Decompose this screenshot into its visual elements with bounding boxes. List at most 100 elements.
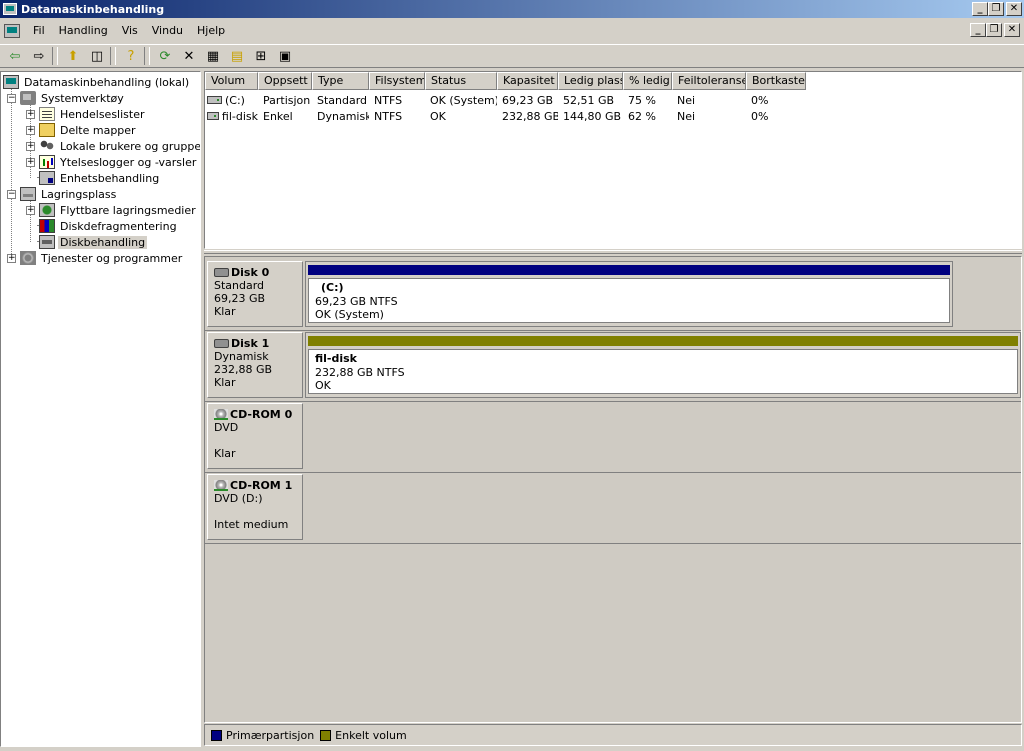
menu-bar: Fil Handling Vis Vindu Hjelp _ ❐ ✕: [0, 20, 1024, 42]
tree-item-computer-management[interactable]: Datamaskinbehandling (lokal): [3, 74, 191, 90]
partition-status: OK (System): [315, 308, 384, 321]
expand-toggle[interactable]: +: [26, 125, 35, 135]
collapse-toggle[interactable]: −: [7, 189, 16, 199]
refresh-icon: ⟳: [159, 48, 171, 64]
tree-item-device-manager[interactable]: Enhetsbehandling: [39, 170, 161, 186]
partition-name: (C:): [321, 281, 344, 294]
title-bar: Datamaskinbehandling _ ❐ ✕: [0, 0, 1024, 18]
column-header-oppsett[interactable]: Oppsett: [258, 72, 312, 90]
tree-item-local-users[interactable]: + Lokale brukere og grupper: [26, 138, 200, 154]
disk-label-cdrom-1[interactable]: CD-ROM 1 DVD (D:) Intet medium: [207, 474, 303, 540]
column-header-bortkastet[interactable]: Bortkastet: [746, 72, 806, 90]
disk-graphical-view[interactable]: Disk 0 Standard 69,23 GB Klar (C:) 69,23…: [204, 256, 1022, 723]
tree-item-disk-defragmenter[interactable]: Diskdefragmentering: [39, 218, 179, 234]
disk-state: Intet medium: [214, 518, 289, 531]
disk-state: Klar: [214, 376, 236, 389]
cdrom-icon: [214, 479, 228, 491]
collapse-toggle[interactable]: −: [7, 93, 16, 103]
help-button[interactable]: ⊞: [250, 46, 272, 66]
users-icon: [39, 139, 55, 153]
column-header-ledig-plass[interactable]: Ledig plass: [558, 72, 623, 90]
computer-management-icon[interactable]: [3, 3, 17, 15]
table-row[interactable]: fil-disk Enkel Dynamisk NTFS OK 232,88 G…: [205, 108, 806, 124]
properties-button[interactable]: ▦: [202, 46, 224, 66]
disk-state: Klar: [214, 305, 236, 318]
child-window-icon[interactable]: [4, 24, 20, 38]
cell-volum: (C:): [205, 94, 258, 107]
back-button[interactable]: ⇦: [4, 46, 26, 66]
column-header-status[interactable]: Status: [425, 72, 497, 90]
child-minimize-button[interactable]: _: [970, 23, 986, 37]
column-header-filsystem[interactable]: Filsystem: [369, 72, 425, 90]
disk-label-disk-0[interactable]: Disk 0 Standard 69,23 GB Klar: [207, 261, 303, 327]
performance-icon: [39, 155, 55, 169]
tree-label-selected: Diskbehandling: [58, 235, 148, 249]
expand-toggle[interactable]: +: [26, 141, 35, 151]
disk-label-disk-1[interactable]: Disk 1 Dynamisk 232,88 GB Klar: [207, 332, 303, 398]
disk-name: Disk 1: [231, 336, 270, 350]
tree-item-event-viewer[interactable]: + Hendelseslister: [26, 106, 147, 122]
column-header-prosent-ledig[interactable]: % ledig: [623, 72, 672, 90]
tree-label: Ytelseslogger og -varsler: [60, 155, 197, 169]
tree-item-disk-management[interactable]: Diskbehandling: [39, 234, 148, 250]
tree-item-services-applications[interactable]: + Tjenester og programmer: [7, 250, 184, 266]
close-button[interactable]: ✕: [1006, 2, 1022, 16]
table-row[interactable]: (C:) Partisjon Standard NTFS OK (System)…: [205, 92, 806, 108]
tree-item-shared-folders[interactable]: + Delte mapper: [26, 122, 138, 138]
tree-item-storage[interactable]: − Lagringsplass: [7, 186, 118, 202]
disk-blank-line: [214, 434, 302, 447]
partition-size: 69,23 GB NTFS: [315, 295, 398, 308]
disk-row-disk-0[interactable]: Disk 0 Standard 69,23 GB Klar (C:) 69,23…: [205, 259, 1021, 329]
minimize-button[interactable]: _: [972, 2, 988, 16]
disk-row-cdrom-0[interactable]: CD-ROM 0 DVD Klar: [205, 401, 1021, 471]
cell-kapasitet: 69,23 GB: [502, 93, 554, 107]
toolbar-separator: [52, 47, 58, 65]
disk-type: Standard: [214, 279, 265, 292]
menu-hjelp[interactable]: Hjelp: [190, 22, 232, 40]
tree-item-performance-logs[interactable]: + Ytelseslogger og -varsler: [26, 154, 198, 170]
menu-vis[interactable]: Vis: [115, 22, 145, 40]
partition-fil-disk[interactable]: fil-disk 232,88 GB NTFS OK: [305, 332, 1021, 398]
menu-handling[interactable]: Handling: [52, 22, 115, 40]
hard-disk-icon: [214, 267, 229, 277]
expand-toggle[interactable]: +: [26, 109, 35, 119]
child-restore-button[interactable]: ❐: [986, 23, 1002, 37]
tree-label: Systemverktøy: [41, 91, 124, 105]
pane-splitter[interactable]: [204, 250, 1022, 254]
disk-label-cdrom-0[interactable]: CD-ROM 0 DVD Klar: [207, 403, 303, 469]
expand-toggle[interactable]: +: [7, 253, 16, 263]
partition-c[interactable]: (C:) 69,23 GB NTFS OK (System): [305, 261, 953, 327]
volume-list[interactable]: Volum Oppsett Type Filsystem Status Kapa…: [204, 71, 1022, 249]
expand-toggle[interactable]: +: [26, 205, 35, 215]
defrag-icon: [39, 219, 55, 233]
menu-vindu[interactable]: Vindu: [145, 22, 190, 40]
column-header-volum[interactable]: Volum: [205, 72, 258, 90]
legend-simple-volume: Enkelt volum: [320, 729, 407, 742]
expand-toggle[interactable]: +: [26, 157, 35, 167]
column-header-type[interactable]: Type: [312, 72, 369, 90]
child-close-button[interactable]: ✕: [1004, 23, 1020, 37]
disk-row-disk-1[interactable]: Disk 1 Dynamisk 232,88 GB Klar fil-disk …: [205, 330, 1021, 400]
partition-size: 232,88 GB NTFS: [315, 366, 405, 379]
disk-management-icon: [39, 235, 55, 249]
forward-arrow-icon: ⇨: [33, 48, 45, 64]
delete-button[interactable]: ✕: [178, 46, 200, 66]
disk-name: Disk 0: [231, 265, 270, 279]
properties-sheet-button[interactable]: ?: [120, 46, 142, 66]
export-button[interactable]: ▣: [274, 46, 296, 66]
refresh-button[interactable]: ⟳: [154, 46, 176, 66]
tree-item-removable-storage[interactable]: + Flyttbare lagringsmedier: [26, 202, 198, 218]
column-header-feiltoleranse[interactable]: Feiltoleranse: [672, 72, 746, 90]
tree-item-system-tools[interactable]: − Systemverktøy: [7, 90, 126, 106]
disk-size: 232,88 GB: [214, 363, 273, 376]
column-header-kapasitet[interactable]: Kapasitet: [497, 72, 558, 90]
up-one-level-button[interactable]: ⬆: [62, 46, 84, 66]
console-tree[interactable]: Datamaskinbehandling (lokal) − Systemver…: [0, 71, 201, 747]
menu-fil[interactable]: Fil: [26, 22, 52, 40]
forward-button[interactable]: ⇨: [28, 46, 50, 66]
restore-button[interactable]: ❐: [988, 2, 1004, 16]
show-hide-tree-button[interactable]: ◫: [86, 46, 108, 66]
disk-row-cdrom-1[interactable]: CD-ROM 1 DVD (D:) Intet medium: [205, 472, 1021, 542]
folder-icon: [39, 123, 55, 137]
open-button[interactable]: ▤: [226, 46, 248, 66]
